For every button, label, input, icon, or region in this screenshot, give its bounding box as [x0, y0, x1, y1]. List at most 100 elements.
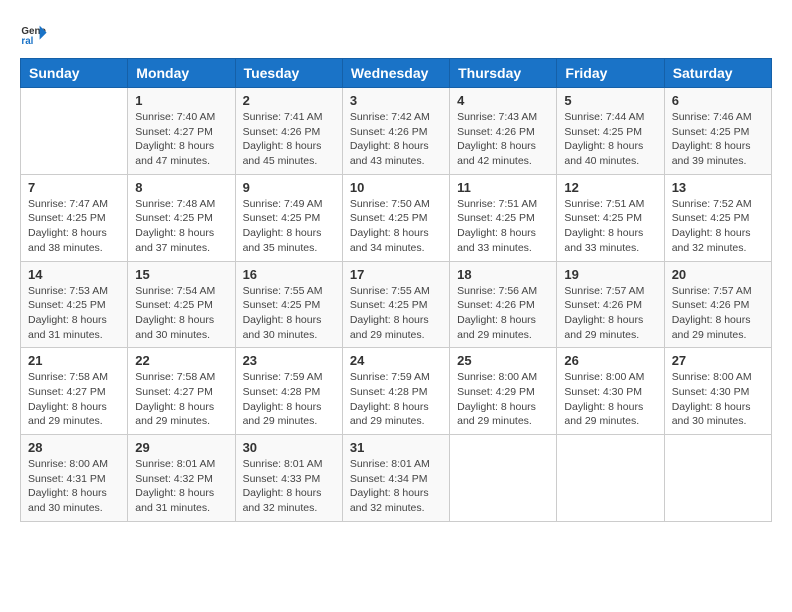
day-number: 8 — [135, 180, 227, 195]
calendar-cell: 28 Sunrise: 8:00 AM Sunset: 4:31 PM Dayli… — [21, 435, 128, 522]
calendar-cell: 2 Sunrise: 7:41 AM Sunset: 4:26 PM Daylig… — [235, 88, 342, 175]
calendar-body: 1Sunrise: 7:40 AM Sunset: 4:27 PM Daylig… — [21, 88, 772, 522]
day-number: 15 — [135, 267, 227, 282]
calendar-header: SundayMondayTuesdayWednesdayThursdayFrid… — [21, 59, 772, 88]
calendar-cell: 3 Sunrise: 7:42 AM Sunset: 4:26 PM Daylig… — [342, 88, 449, 175]
calendar-cell: 31 Sunrise: 8:01 AM Sunset: 4:34 PM Dayli… — [342, 435, 449, 522]
day-info: Sunrise: 7:58 AM Sunset: 4:27 PM Dayligh… — [135, 370, 227, 429]
calendar-cell: 25 Sunrise: 8:00 AM Sunset: 4:29 PM Dayli… — [450, 348, 557, 435]
calendar-cell — [450, 435, 557, 522]
day-number: 27 — [672, 353, 764, 368]
calendar-cell: 30Sunrise: 8:01 AM Sunset: 4:33 PM Dayli… — [235, 435, 342, 522]
day-info: Sunrise: 7:57 AM Sunset: 4:26 PM Dayligh… — [672, 284, 764, 343]
calendar-cell: 27 Sunrise: 8:00 AM Sunset: 4:30 PM Dayli… — [664, 348, 771, 435]
day-number: 24 — [350, 353, 442, 368]
calendar-cell — [557, 435, 664, 522]
logo: Gene ral — [20, 20, 52, 48]
calendar-cell: 8 Sunrise: 7:48 AM Sunset: 4:25 PM Daylig… — [128, 174, 235, 261]
day-info: Sunrise: 7:50 AM Sunset: 4:25 PM Dayligh… — [350, 197, 442, 256]
day-number: 26 — [564, 353, 656, 368]
day-info: Sunrise: 7:51 AM Sunset: 4:25 PM Dayligh… — [564, 197, 656, 256]
day-info: Sunrise: 7:55 AM Sunset: 4:25 PM Dayligh… — [350, 284, 442, 343]
day-info: Sunrise: 7:48 AM Sunset: 4:25 PM Dayligh… — [135, 197, 227, 256]
calendar-cell: 9Sunrise: 7:49 AM Sunset: 4:25 PM Daylig… — [235, 174, 342, 261]
logo-icon: Gene ral — [20, 20, 48, 48]
day-info: Sunrise: 7:56 AM Sunset: 4:26 PM Dayligh… — [457, 284, 549, 343]
day-info: Sunrise: 7:52 AM Sunset: 4:25 PM Dayligh… — [672, 197, 764, 256]
weekday-header-monday: Monday — [128, 59, 235, 88]
week-row-2: 7 Sunrise: 7:47 AM Sunset: 4:25 PM Daylig… — [21, 174, 772, 261]
day-number: 9 — [243, 180, 335, 195]
day-info: Sunrise: 7:59 AM Sunset: 4:28 PM Dayligh… — [350, 370, 442, 429]
day-info: Sunrise: 7:44 AM Sunset: 4:25 PM Dayligh… — [564, 110, 656, 169]
day-number: 28 — [28, 440, 120, 455]
calendar-cell — [21, 88, 128, 175]
day-number: 31 — [350, 440, 442, 455]
day-number: 29 — [135, 440, 227, 455]
day-number: 25 — [457, 353, 549, 368]
weekday-header-tuesday: Tuesday — [235, 59, 342, 88]
day-info: Sunrise: 8:00 AM Sunset: 4:29 PM Dayligh… — [457, 370, 549, 429]
calendar-cell: 5Sunrise: 7:44 AM Sunset: 4:25 PM Daylig… — [557, 88, 664, 175]
weekday-header-saturday: Saturday — [664, 59, 771, 88]
day-number: 13 — [672, 180, 764, 195]
day-number: 7 — [28, 180, 120, 195]
day-info: Sunrise: 8:00 AM Sunset: 4:30 PM Dayligh… — [564, 370, 656, 429]
calendar-cell: 26 Sunrise: 8:00 AM Sunset: 4:30 PM Dayli… — [557, 348, 664, 435]
weekday-header-sunday: Sunday — [21, 59, 128, 88]
weekday-row: SundayMondayTuesdayWednesdayThursdayFrid… — [21, 59, 772, 88]
day-number: 20 — [672, 267, 764, 282]
day-number: 10 — [350, 180, 442, 195]
day-info: Sunrise: 7:55 AM Sunset: 4:25 PM Dayligh… — [243, 284, 335, 343]
day-number: 3 — [350, 93, 442, 108]
day-number: 11 — [457, 180, 549, 195]
calendar-cell: 6 Sunrise: 7:46 AM Sunset: 4:25 PM Daylig… — [664, 88, 771, 175]
day-info: Sunrise: 7:58 AM Sunset: 4:27 PM Dayligh… — [28, 370, 120, 429]
calendar-cell: 10 Sunrise: 7:50 AM Sunset: 4:25 PM Dayli… — [342, 174, 449, 261]
calendar-cell: 17 Sunrise: 7:55 AM Sunset: 4:25 PM Dayli… — [342, 261, 449, 348]
week-row-4: 21 Sunrise: 7:58 AM Sunset: 4:27 PM Dayli… — [21, 348, 772, 435]
calendar-cell: 13 Sunrise: 7:52 AM Sunset: 4:25 PM Dayli… — [664, 174, 771, 261]
day-info: Sunrise: 7:42 AM Sunset: 4:26 PM Dayligh… — [350, 110, 442, 169]
day-number: 18 — [457, 267, 549, 282]
day-info: Sunrise: 8:01 AM Sunset: 4:34 PM Dayligh… — [350, 457, 442, 516]
day-number: 23 — [243, 353, 335, 368]
day-info: Sunrise: 7:51 AM Sunset: 4:25 PM Dayligh… — [457, 197, 549, 256]
calendar-cell: 15 Sunrise: 7:54 AM Sunset: 4:25 PM Dayli… — [128, 261, 235, 348]
day-number: 22 — [135, 353, 227, 368]
day-number: 17 — [350, 267, 442, 282]
calendar-cell: 16 Sunrise: 7:55 AM Sunset: 4:25 PM Dayli… — [235, 261, 342, 348]
day-info: Sunrise: 8:01 AM Sunset: 4:32 PM Dayligh… — [135, 457, 227, 516]
svg-text:ral: ral — [21, 36, 33, 47]
day-info: Sunrise: 7:54 AM Sunset: 4:25 PM Dayligh… — [135, 284, 227, 343]
calendar-cell: 1Sunrise: 7:40 AM Sunset: 4:27 PM Daylig… — [128, 88, 235, 175]
day-number: 30 — [243, 440, 335, 455]
day-info: Sunrise: 8:00 AM Sunset: 4:31 PM Dayligh… — [28, 457, 120, 516]
calendar-cell: 22 Sunrise: 7:58 AM Sunset: 4:27 PM Dayli… — [128, 348, 235, 435]
week-row-1: 1Sunrise: 7:40 AM Sunset: 4:27 PM Daylig… — [21, 88, 772, 175]
calendar-table: SundayMondayTuesdayWednesdayThursdayFrid… — [20, 58, 772, 522]
week-row-3: 14Sunrise: 7:53 AM Sunset: 4:25 PM Dayli… — [21, 261, 772, 348]
weekday-header-thursday: Thursday — [450, 59, 557, 88]
calendar-cell: 4Sunrise: 7:43 AM Sunset: 4:26 PM Daylig… — [450, 88, 557, 175]
week-row-5: 28 Sunrise: 8:00 AM Sunset: 4:31 PM Dayli… — [21, 435, 772, 522]
calendar-cell: 24 Sunrise: 7:59 AM Sunset: 4:28 PM Dayli… — [342, 348, 449, 435]
day-info: Sunrise: 7:43 AM Sunset: 4:26 PM Dayligh… — [457, 110, 549, 169]
calendar-cell: 23Sunrise: 7:59 AM Sunset: 4:28 PM Dayli… — [235, 348, 342, 435]
day-info: Sunrise: 7:41 AM Sunset: 4:26 PM Dayligh… — [243, 110, 335, 169]
day-number: 14 — [28, 267, 120, 282]
day-number: 6 — [672, 93, 764, 108]
weekday-header-wednesday: Wednesday — [342, 59, 449, 88]
day-number: 19 — [564, 267, 656, 282]
weekday-header-friday: Friday — [557, 59, 664, 88]
day-info: Sunrise: 7:47 AM Sunset: 4:25 PM Dayligh… — [28, 197, 120, 256]
day-info: Sunrise: 7:46 AM Sunset: 4:25 PM Dayligh… — [672, 110, 764, 169]
day-number: 21 — [28, 353, 120, 368]
calendar-cell: 11 Sunrise: 7:51 AM Sunset: 4:25 PM Dayli… — [450, 174, 557, 261]
day-info: Sunrise: 8:00 AM Sunset: 4:30 PM Dayligh… — [672, 370, 764, 429]
calendar-cell: 7 Sunrise: 7:47 AM Sunset: 4:25 PM Daylig… — [21, 174, 128, 261]
day-number: 2 — [243, 93, 335, 108]
day-number: 16 — [243, 267, 335, 282]
calendar-cell: 21 Sunrise: 7:58 AM Sunset: 4:27 PM Dayli… — [21, 348, 128, 435]
day-number: 12 — [564, 180, 656, 195]
